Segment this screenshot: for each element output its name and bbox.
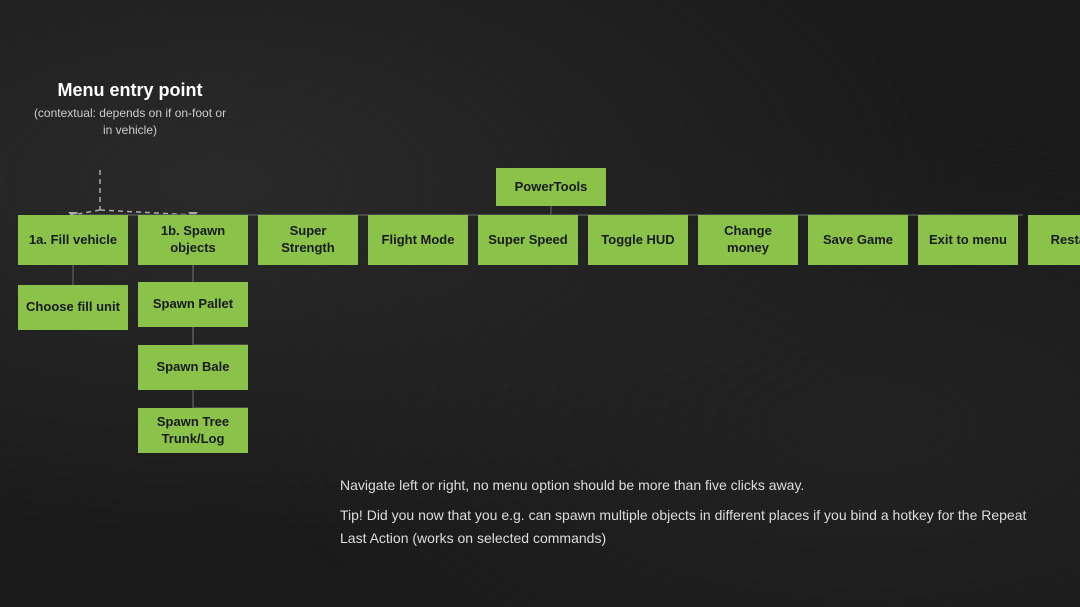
bottom-line1: Navigate left or right, no menu option s… — [340, 474, 1040, 496]
fill-vehicle-node[interactable]: 1a. Fill vehicle — [18, 215, 128, 265]
super-strength-node[interactable]: Super Strength — [258, 215, 358, 265]
toggle-hud-node[interactable]: Toggle HUD — [588, 215, 688, 265]
super-speed-node[interactable]: Super Speed — [478, 215, 578, 265]
restart-node[interactable]: Restart — [1028, 215, 1080, 265]
exit-to-menu-node[interactable]: Exit to menu — [918, 215, 1018, 265]
change-money-node[interactable]: Change money — [698, 215, 798, 265]
menu-entry-title: Menu entry point — [30, 80, 230, 101]
spawn-bale-node[interactable]: Spawn Bale — [138, 345, 248, 390]
powertools-node[interactable]: PowerTools — [496, 168, 606, 206]
bottom-text: Navigate left or right, no menu option s… — [340, 474, 1040, 557]
spawn-pallet-node[interactable]: Spawn Pallet — [138, 282, 248, 327]
choose-fill-unit-node[interactable]: Choose fill unit — [18, 285, 128, 330]
menu-entry-label: Menu entry point (contextual: depends on… — [30, 80, 230, 139]
flight-mode-node[interactable]: Flight Mode — [368, 215, 468, 265]
spawn-tree-trunk-node[interactable]: Spawn Tree Trunk/Log — [138, 408, 248, 453]
save-game-node[interactable]: Save Game — [808, 215, 908, 265]
spawn-objects-node[interactable]: 1b. Spawn objects — [138, 215, 248, 265]
menu-entry-subtitle: (contextual: depends on if on-foot or in… — [30, 105, 230, 139]
bottom-line2: Tip! Did you now that you e.g. can spawn… — [340, 504, 1040, 549]
